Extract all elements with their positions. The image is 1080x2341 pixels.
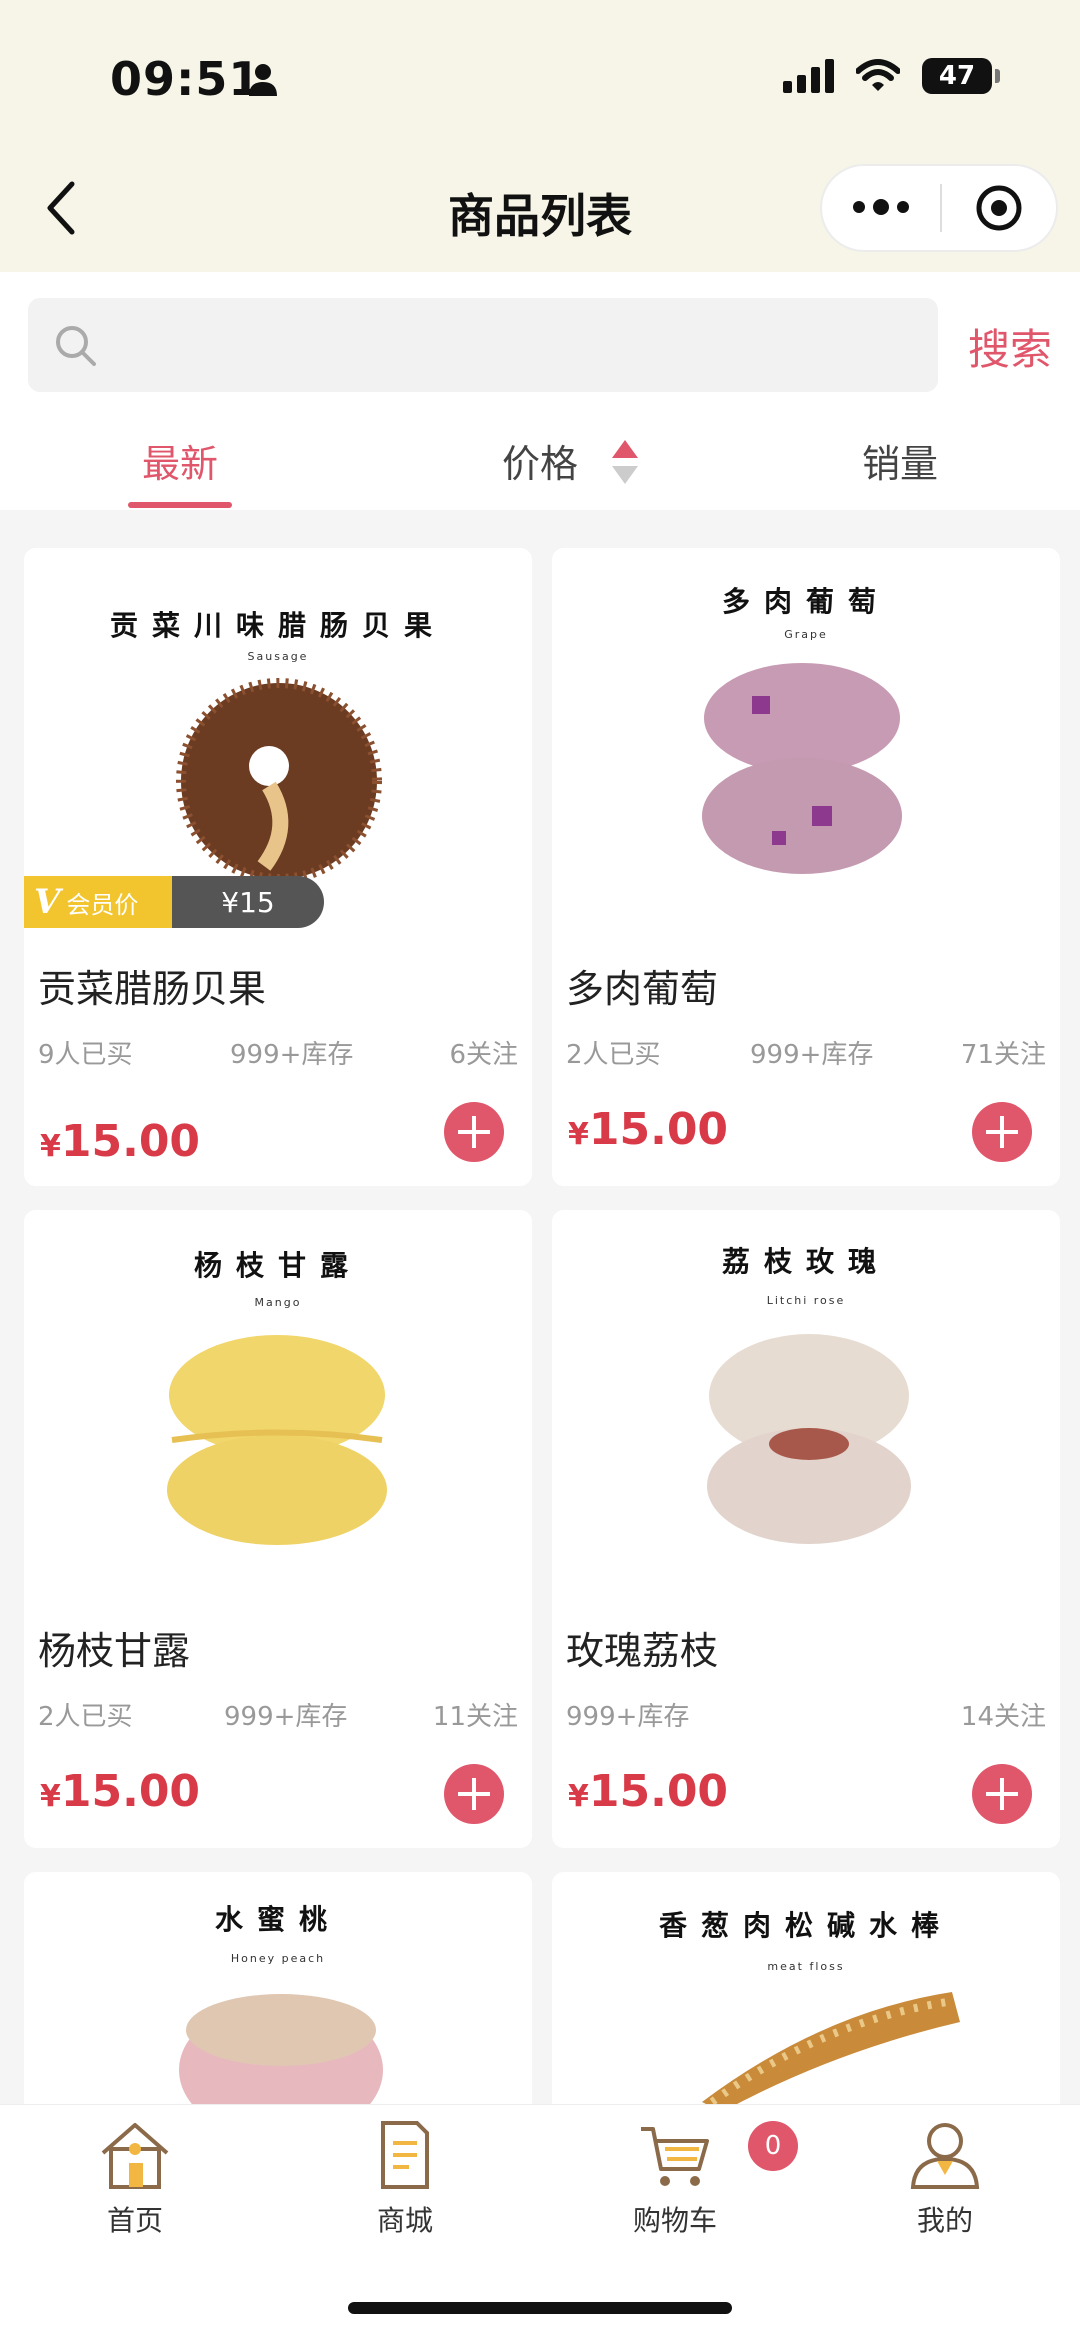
image-title: 多肉葡萄 [721, 585, 890, 618]
product-image: 荔枝玫瑰 Litchi rose [552, 1210, 1060, 1590]
home-icon [101, 2123, 169, 2189]
home-indicator [348, 2302, 732, 2314]
stock-count: 999+库存 [566, 1702, 690, 1732]
tab-mall-label: 商城 [376, 2204, 433, 2237]
product-card[interactable]: 杨枝甘露 Mango 杨枝甘露 2人已买 999+库存 11关注 ¥15.00 [24, 1210, 532, 1848]
pretzel-stick-illustration [702, 1992, 960, 2112]
tab-profile[interactable]: 我的 [865, 2119, 1025, 2239]
tab-price[interactable]: 价格 [460, 418, 620, 510]
grape-bread-illustration [702, 663, 902, 874]
follow-count: 11关注 [432, 1702, 518, 1732]
image-title: 水蜜桃 [214, 1903, 341, 1936]
miniapp-capsule [820, 164, 1058, 252]
stock-count: 999+库存 [224, 1702, 348, 1732]
product-card[interactable]: 多肉葡萄 Grape 多肉葡萄 2人已买 999+库存 71关注 ¥15.00 [552, 548, 1060, 1186]
search-section: 搜索 最新 价格 销量 [0, 272, 1080, 510]
tab-home-label: 首页 [106, 2204, 163, 2237]
add-to-cart-button[interactable] [972, 1102, 1032, 1162]
stock-count: 999+库存 [750, 1040, 874, 1070]
tab-cart-label: 购物车 [632, 2204, 717, 2237]
product-name: 玫瑰荔枝 [566, 1629, 719, 1673]
product-price: ¥15.00 [40, 1766, 201, 1817]
image-subtitle: meat floss [767, 1960, 845, 1973]
product-price: ¥15.00 [568, 1766, 729, 1817]
member-price: ¥15 [172, 876, 324, 928]
bagel-illustration [176, 678, 382, 884]
target-icon [976, 185, 1022, 231]
status-time: 09:51 [110, 52, 262, 106]
product-price: ¥15.00 [40, 1116, 201, 1167]
image-title: 杨枝甘露 [193, 1249, 362, 1282]
product-image: 贡菜川味腊肠贝果 Sausage V 会员价 ¥15 [24, 548, 532, 928]
more-icon[interactable] [822, 199, 940, 215]
tab-newest[interactable]: 最新 [100, 418, 260, 510]
product-name: 贡菜腊肠贝果 [38, 967, 267, 1011]
image-subtitle: Honey peach [230, 1952, 326, 1965]
mango-bread-illustration [167, 1335, 387, 1545]
image-subtitle: Grape [784, 628, 828, 641]
member-label: V 会员价 [24, 876, 172, 928]
search-icon [56, 326, 96, 366]
product-name: 杨枝甘露 [38, 1629, 191, 1673]
image-title: 香葱肉松碱水棒 [658, 1909, 953, 1942]
cart-badge: 0 [748, 2121, 798, 2171]
lychee-rose-bread-illustration [707, 1334, 911, 1544]
sort-arrows-icon[interactable] [610, 436, 640, 488]
cart-icon [641, 2127, 709, 2186]
header: 09:51 47 商品列表 [0, 0, 1080, 272]
follow-count: 14关注 [960, 1702, 1046, 1732]
search-input[interactable] [28, 298, 938, 392]
image-subtitle: Litchi rose [766, 1294, 846, 1307]
active-tab-indicator [128, 502, 232, 508]
wifi-icon [856, 59, 900, 91]
image-subtitle: Sausage [247, 650, 309, 663]
product-image: 杨枝甘露 Mango [24, 1210, 532, 1590]
add-to-cart-button[interactable] [972, 1764, 1032, 1824]
sort-tabs: 最新 价格 销量 [0, 418, 1080, 510]
member-price-tag: V 会员价 ¥15 [24, 876, 324, 928]
add-to-cart-button[interactable] [444, 1764, 504, 1824]
signal-icon [783, 59, 834, 93]
battery-indicator: 47 [922, 58, 1000, 94]
product-card[interactable]: 贡菜川味腊肠贝果 Sausage V 会员价 ¥15 贡菜腊肠贝果 9人已买 9… [24, 548, 532, 1186]
add-to-cart-button[interactable] [444, 1102, 504, 1162]
status-indicators: 47 [783, 58, 1000, 94]
bought-count: 2人已买 [566, 1040, 661, 1070]
person-icon [249, 64, 277, 96]
image-title: 贡菜川味腊肠贝果 [109, 609, 446, 642]
product-card[interactable]: 荔枝玫瑰 Litchi rose 玫瑰荔枝 999+库存 14关注 ¥15.00 [552, 1210, 1060, 1848]
product-image: 多肉葡萄 Grape [552, 548, 1060, 928]
tab-profile-label: 我的 [916, 2204, 973, 2237]
follow-count: 71关注 [960, 1040, 1046, 1070]
stock-count: 999+库存 [230, 1040, 354, 1070]
tab-mall[interactable]: 商城 [325, 2119, 485, 2239]
close-miniapp-button[interactable] [942, 183, 1056, 233]
bought-count: 9人已买 [38, 1040, 133, 1070]
image-subtitle: Mango [254, 1296, 302, 1309]
profile-icon [910, 2123, 980, 2189]
mall-icon [381, 2121, 429, 2189]
tab-cart[interactable]: 购物车 [595, 2119, 755, 2239]
product-price: ¥15.00 [568, 1104, 729, 1155]
follow-count: 6关注 [449, 1040, 518, 1070]
vip-v-icon: V [34, 882, 61, 922]
bought-count: 2人已买 [38, 1702, 133, 1732]
search-button[interactable]: 搜索 [968, 316, 1052, 377]
tab-home[interactable]: 首页 [55, 2119, 215, 2239]
image-title: 荔枝玫瑰 [721, 1245, 890, 1278]
product-name: 多肉葡萄 [566, 967, 719, 1011]
tab-sales[interactable]: 销量 [820, 418, 980, 510]
